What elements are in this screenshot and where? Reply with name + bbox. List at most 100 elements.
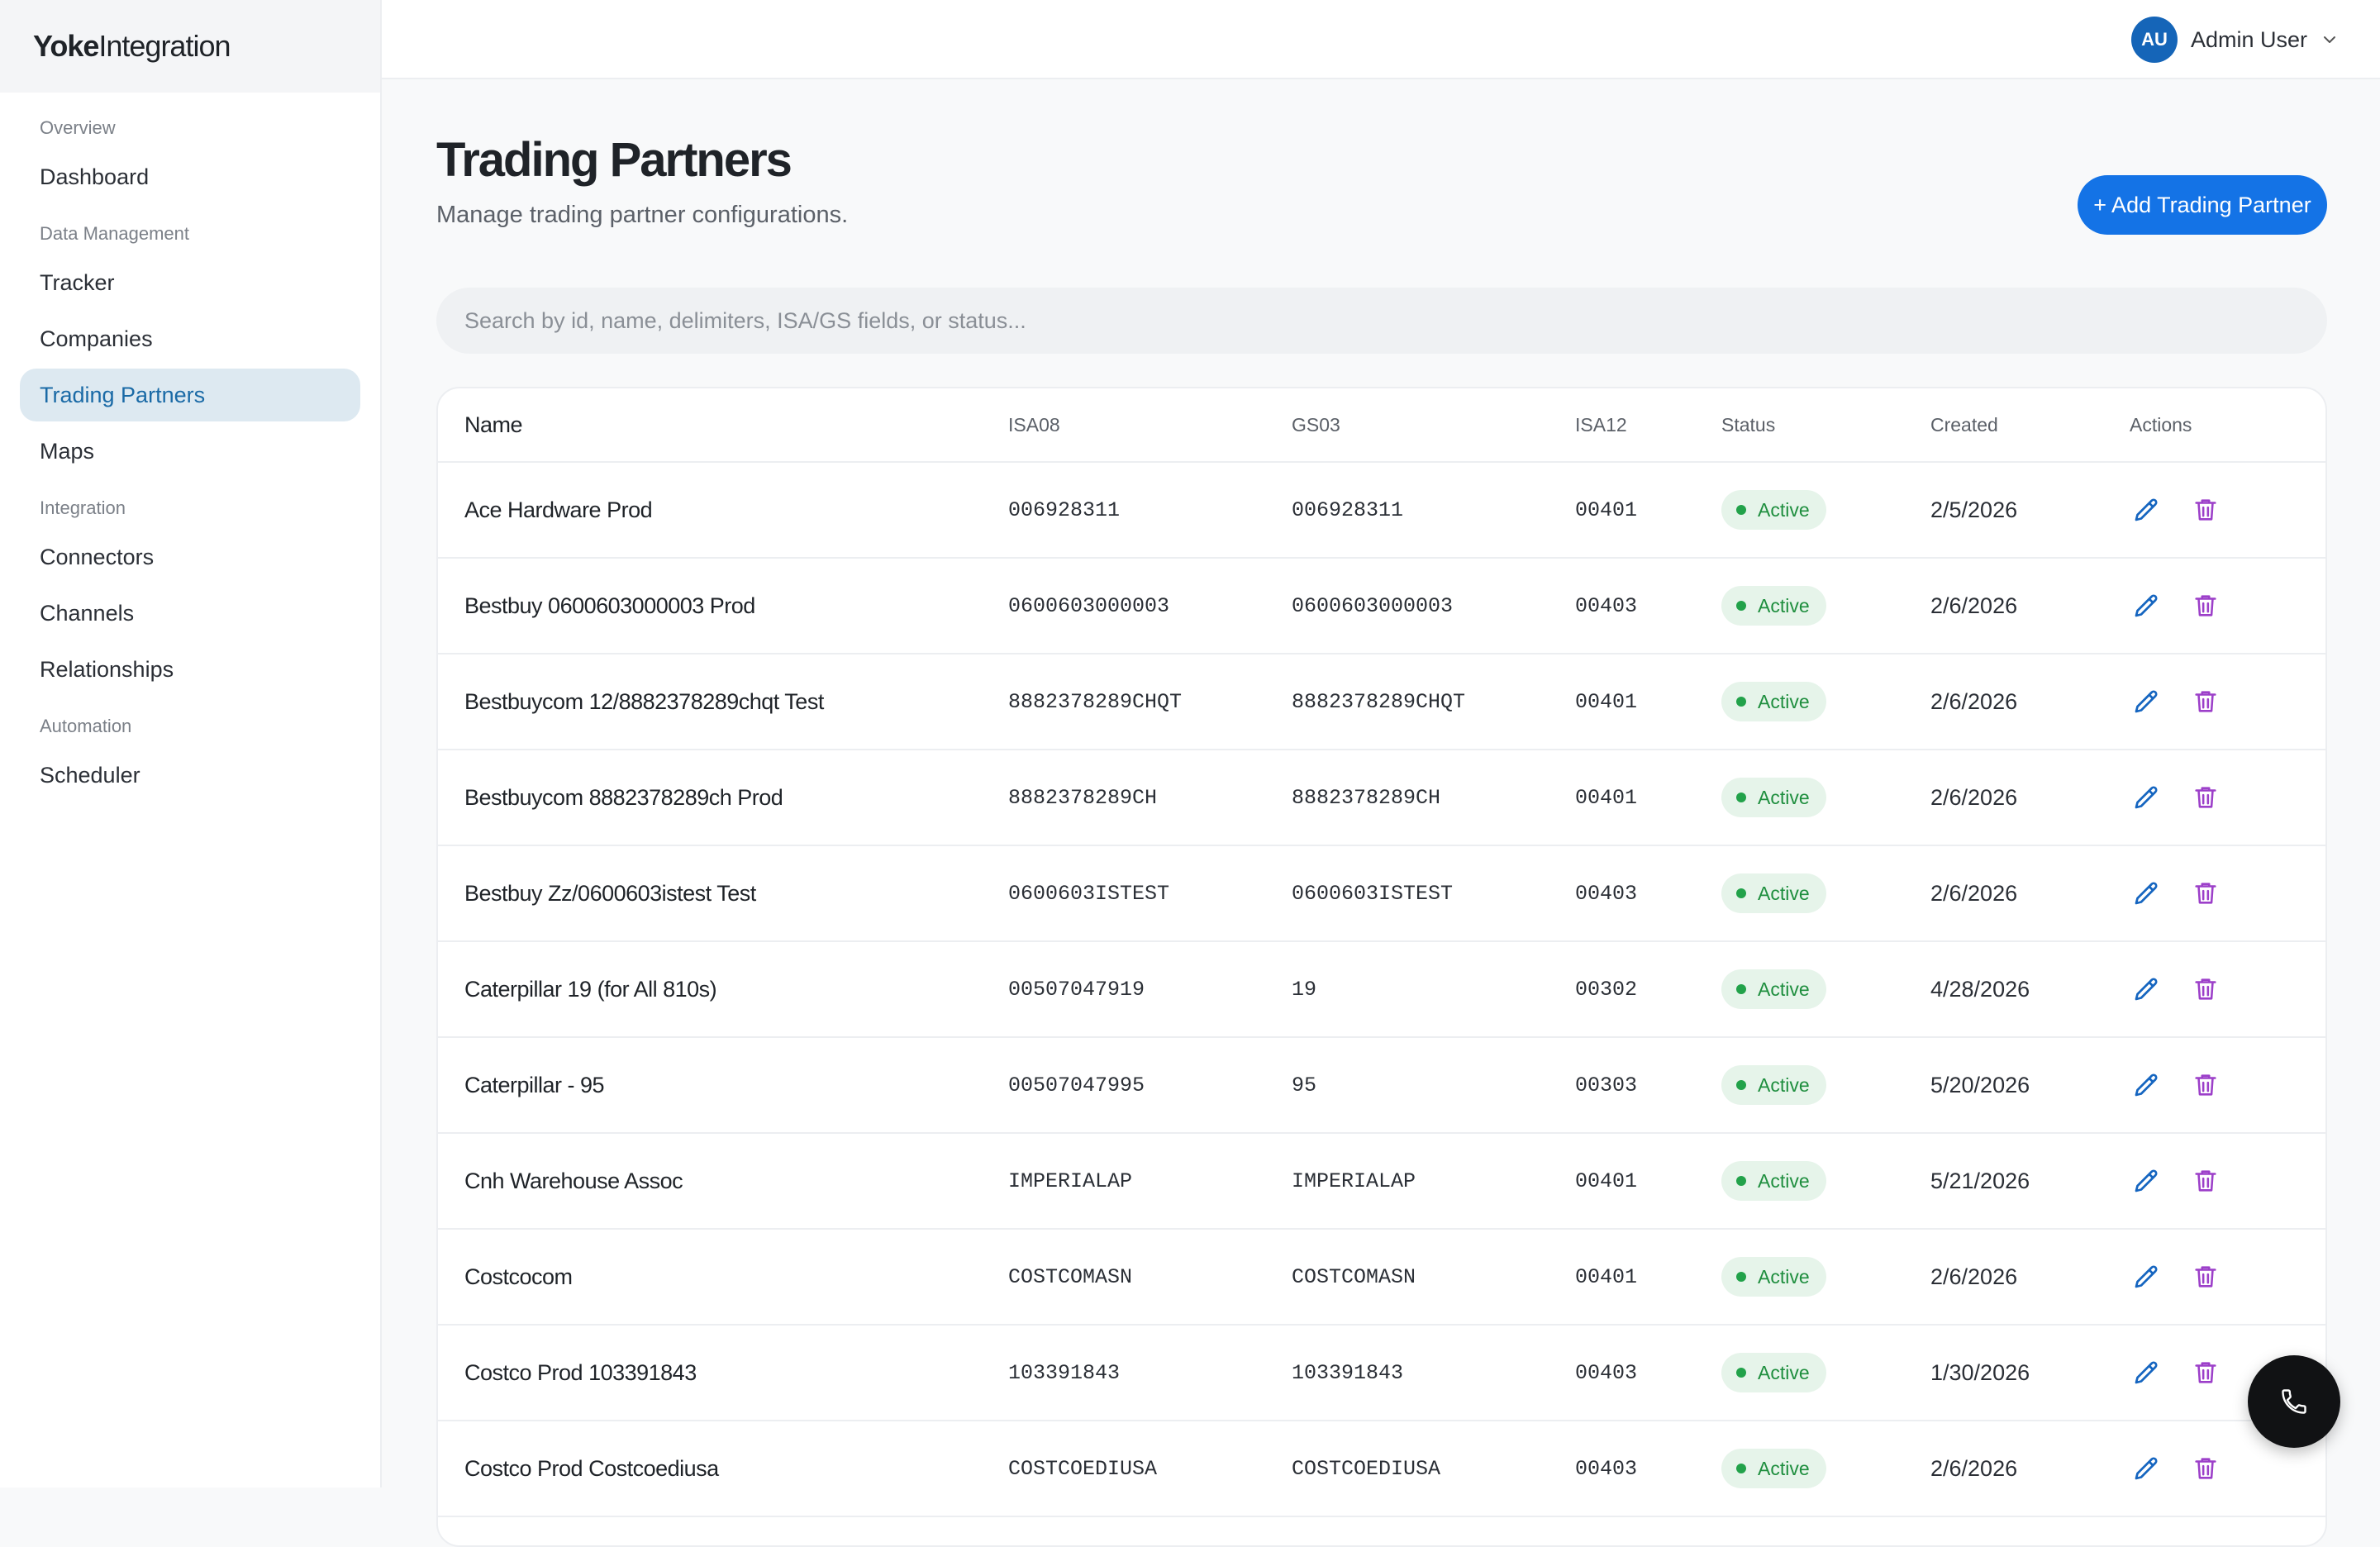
delete-button[interactable] bbox=[2189, 1164, 2222, 1197]
trash-icon bbox=[2195, 1362, 2216, 1383]
gs03-value: 0600603000003 bbox=[1292, 593, 1454, 618]
column-header-name[interactable]: Name bbox=[438, 412, 982, 438]
pencil-icon bbox=[2135, 786, 2158, 809]
table-row[interactable]: Costco Prod Costcoediusa COSTCOEDIUSA COST… bbox=[438, 1421, 2325, 1517]
edit-button[interactable] bbox=[2130, 781, 2163, 814]
status-dot bbox=[1736, 1464, 1746, 1473]
sidebar-item-companies[interactable]: Companies bbox=[20, 312, 360, 365]
table-row[interactable]: Costcocom COSTCOMASN COSTCOMASN 00401 Active… bbox=[438, 1230, 2325, 1326]
call-button[interactable] bbox=[2248, 1355, 2340, 1448]
column-header-isa08[interactable]: ISA08 bbox=[982, 414, 1265, 436]
edit-button[interactable] bbox=[2130, 589, 2163, 622]
status-label: Active bbox=[1758, 1073, 1810, 1096]
column-header-isa12[interactable]: ISA12 bbox=[1549, 414, 1695, 436]
sidebar-item-relationships[interactable]: Relationships bbox=[20, 643, 360, 696]
delete-button[interactable] bbox=[2189, 1260, 2222, 1293]
gs03-value: COSTCOMASN bbox=[1292, 1264, 1416, 1289]
status-badge: Active bbox=[1721, 1257, 1826, 1297]
partner-name: Caterpillar 19 (for All 810s) bbox=[464, 976, 717, 1002]
pencil-icon bbox=[2135, 498, 2158, 521]
edit-button[interactable] bbox=[2130, 493, 2163, 526]
status-badge: Active bbox=[1721, 873, 1826, 913]
partner-name: Costco Prod Costcoediusa bbox=[464, 1455, 719, 1481]
isa08-value: 0600603ISTEST bbox=[1008, 881, 1170, 906]
trash-icon bbox=[2195, 1074, 2216, 1096]
table-header: Name ISA08 GS03 ISA12 Status Created Act… bbox=[438, 388, 2325, 463]
top-bar: AU Admin User bbox=[382, 0, 2380, 79]
table-row[interactable]: Bestbuycom 12/8882378289chqt Test 8882378… bbox=[438, 654, 2325, 750]
table-body: Ace Hardware Prod 006928311 006928311 00401… bbox=[438, 463, 2325, 1517]
sidebar-item-tracker[interactable]: Tracker bbox=[20, 256, 360, 309]
sidebar-item-dashboard[interactable]: Dashboard bbox=[20, 150, 360, 203]
edit-button[interactable] bbox=[2130, 877, 2163, 910]
status-badge: Active bbox=[1721, 1161, 1826, 1201]
status-badge: Active bbox=[1721, 490, 1826, 530]
column-header-created[interactable]: Created bbox=[1904, 414, 2103, 436]
column-header-gs03[interactable]: GS03 bbox=[1265, 414, 1549, 436]
sidebar-item-channels[interactable]: Channels bbox=[20, 587, 360, 640]
isa12-value: 00401 bbox=[1575, 785, 1638, 810]
status-label: Active bbox=[1758, 1169, 1810, 1192]
delete-button[interactable] bbox=[2189, 1356, 2222, 1389]
status-dot bbox=[1736, 793, 1746, 802]
isa12-value: 00403 bbox=[1575, 593, 1638, 618]
status-label: Active bbox=[1758, 1361, 1810, 1383]
column-header-status[interactable]: Status bbox=[1695, 414, 1904, 436]
delete-button[interactable] bbox=[2189, 1069, 2222, 1102]
edit-button[interactable] bbox=[2130, 973, 2163, 1006]
table-row[interactable]: Cnh Warehouse Assoc IMPERIALAP IMPERIALAP 0… bbox=[438, 1134, 2325, 1230]
delete-button[interactable] bbox=[2189, 877, 2222, 910]
table-row[interactable]: Caterpillar - 95 00507047995 95 00303 Active… bbox=[438, 1038, 2325, 1134]
status-label: Active bbox=[1758, 786, 1810, 808]
edit-button[interactable] bbox=[2130, 1356, 2163, 1389]
add-trading-partner-button[interactable]: + Add Trading Partner bbox=[2078, 175, 2327, 235]
pencil-icon bbox=[2135, 882, 2158, 905]
trading-partners-table: Name ISA08 GS03 ISA12 Status Created Act… bbox=[436, 387, 2327, 1547]
gs03-value: 8882378289CH bbox=[1292, 785, 1441, 810]
delete-button[interactable] bbox=[2189, 1452, 2222, 1485]
table-row[interactable]: Bestbuycom 8882378289ch Prod 8882378289CH… bbox=[438, 750, 2325, 846]
isa12-value: 00403 bbox=[1575, 881, 1638, 906]
app-logo[interactable]: Yoke Integration bbox=[0, 0, 380, 93]
status-badge: Active bbox=[1721, 778, 1826, 817]
table-row[interactable]: Bestbuy 0600603000003 Prod 0600603000003 0… bbox=[438, 559, 2325, 654]
sidebar-item-scheduler[interactable]: Scheduler bbox=[20, 749, 360, 802]
table-row[interactable]: Costco Prod 103391843 103391843 103391843 0… bbox=[438, 1326, 2325, 1421]
status-label: Active bbox=[1758, 882, 1810, 904]
edit-button[interactable] bbox=[2130, 1260, 2163, 1293]
sidebar-item-maps[interactable]: Maps bbox=[20, 425, 360, 478]
partner-name: Ace Hardware Prod bbox=[464, 497, 653, 522]
pencil-icon bbox=[2135, 1265, 2158, 1288]
delete-button[interactable] bbox=[2189, 589, 2222, 622]
status-dot bbox=[1736, 1176, 1746, 1186]
gs03-value: 95 bbox=[1292, 1073, 1317, 1097]
table-row[interactable]: Caterpillar 19 (for All 810s) 00507047919… bbox=[438, 942, 2325, 1038]
delete-button[interactable] bbox=[2189, 973, 2222, 1006]
status-dot bbox=[1736, 505, 1746, 515]
status-dot bbox=[1736, 1080, 1746, 1090]
delete-button[interactable] bbox=[2189, 781, 2222, 814]
trash-icon bbox=[2195, 978, 2216, 1000]
trash-icon bbox=[2195, 1266, 2216, 1288]
trash-icon bbox=[2195, 787, 2216, 808]
edit-button[interactable] bbox=[2130, 685, 2163, 718]
search-input[interactable] bbox=[436, 288, 2327, 354]
status-dot bbox=[1736, 601, 1746, 611]
delete-button[interactable] bbox=[2189, 493, 2222, 526]
edit-button[interactable] bbox=[2130, 1069, 2163, 1102]
isa08-value: 8882378289CH bbox=[1008, 785, 1158, 810]
partner-name: Bestbuycom 8882378289ch Prod bbox=[464, 784, 783, 810]
pencil-icon bbox=[2135, 1361, 2158, 1384]
created-date: 2/6/2026 bbox=[1930, 880, 2018, 906]
table-row[interactable]: Ace Hardware Prod 006928311 006928311 00401… bbox=[438, 463, 2325, 559]
status-dot bbox=[1736, 697, 1746, 707]
table-row[interactable]: Bestbuy Zz/0600603istest Test 0600603ISTE… bbox=[438, 846, 2325, 942]
sidebar-item-connectors[interactable]: Connectors bbox=[20, 531, 360, 583]
pencil-icon bbox=[2135, 594, 2158, 617]
edit-button[interactable] bbox=[2130, 1452, 2163, 1485]
sidebar-item-trading-partners[interactable]: Trading Partners bbox=[20, 369, 360, 421]
user-menu[interactable]: AU Admin User bbox=[2130, 17, 2337, 63]
edit-button[interactable] bbox=[2130, 1164, 2163, 1197]
delete-button[interactable] bbox=[2189, 685, 2222, 718]
created-date: 2/6/2026 bbox=[1930, 593, 2018, 618]
